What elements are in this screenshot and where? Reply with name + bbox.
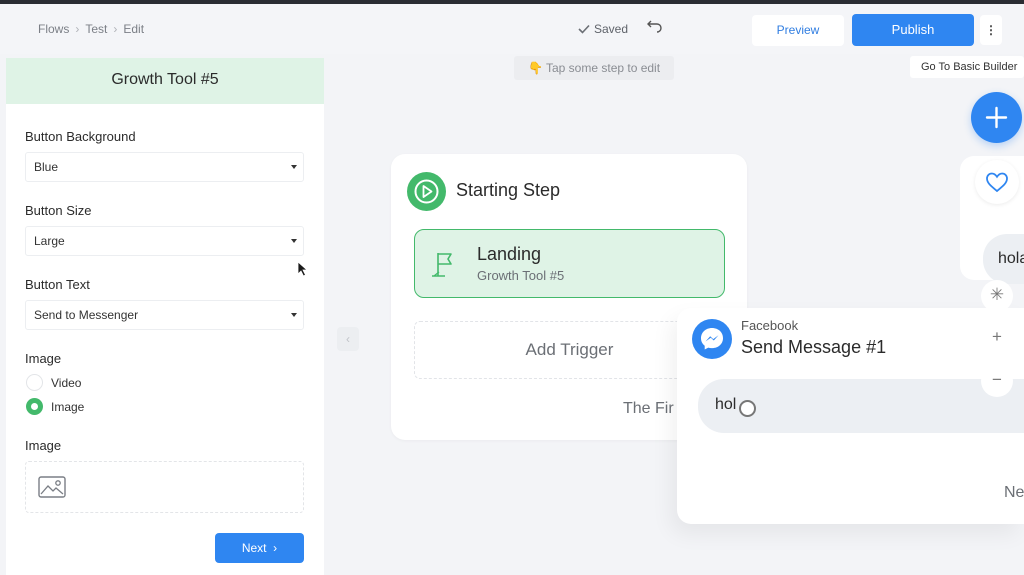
sidebar-title: Growth Tool #5 <box>6 58 324 104</box>
zoom-in-button[interactable]: + <box>981 322 1013 354</box>
trigger-subtitle: Growth Tool #5 <box>477 268 565 283</box>
heart-icon <box>986 172 1008 193</box>
go-to-basic-builder-button[interactable]: Go To Basic Builder <box>910 56 1024 78</box>
add-step-button[interactable] <box>971 92 1022 143</box>
plus-icon: + <box>992 327 1002 346</box>
image-upload-dropzone[interactable] <box>25 461 304 513</box>
chevron-right-icon: › <box>269 541 278 555</box>
radio-button-selected[interactable] <box>26 398 43 415</box>
caret-down-icon <box>291 313 297 317</box>
radio-video-label: Video <box>51 375 82 390</box>
sparkle-icon: ✳ <box>989 285 1005 304</box>
publish-button[interactable]: Publish <box>852 14 974 46</box>
favorite-button[interactable] <box>975 160 1019 204</box>
button-text-label: Button Text <box>25 277 90 292</box>
preview-button[interactable]: Preview <box>752 15 844 46</box>
save-status: Saved <box>578 22 628 36</box>
undo-icon <box>647 20 662 33</box>
chevron-left-icon: ‹ <box>346 332 350 346</box>
collapse-sidebar-button[interactable]: ‹ <box>337 327 359 351</box>
zoom-out-button[interactable]: − <box>981 365 1013 397</box>
breadcrumb-flows[interactable]: Flows <box>38 22 69 36</box>
button-size-select[interactable]: Large <box>25 226 304 256</box>
undo-button[interactable] <box>646 18 664 36</box>
button-background-label: Button Background <box>25 129 136 144</box>
canvas-tools: ✳ + − <box>961 268 1024 404</box>
side-message-text: hola <box>998 250 1024 267</box>
button-background-value: Blue <box>34 160 59 174</box>
message-platform: Facebook <box>741 318 799 333</box>
messenger-icon <box>692 319 732 359</box>
message-text: hol <box>715 396 737 413</box>
top-bar: Flows › Test › Edit Saved Preview Publis… <box>0 4 1024 54</box>
mouse-cursor-icon <box>297 261 309 277</box>
magic-tool-button[interactable]: ✳ <box>981 280 1013 312</box>
plus-icon <box>985 106 1008 129</box>
button-size-label: Button Size <box>25 203 92 218</box>
radio-button[interactable] <box>26 374 43 391</box>
radio-image[interactable]: Image <box>26 398 84 415</box>
caret-down-icon <box>291 165 297 169</box>
media-type-label: Image <box>25 351 62 366</box>
image-icon <box>38 476 66 498</box>
flag-icon <box>432 253 452 277</box>
button-text-value: Send to Messenger <box>34 308 139 322</box>
landing-trigger[interactable]: Landing Growth Tool #5 <box>414 229 725 298</box>
canvas-hint: 👇 Tap some step to edit <box>514 56 674 80</box>
check-icon <box>578 24 590 34</box>
radio-video[interactable]: Video <box>26 374 81 391</box>
breadcrumb-edit: Edit <box>123 22 145 36</box>
play-icon <box>407 172 446 211</box>
chevron-right-icon: › <box>113 22 118 36</box>
button-background-select[interactable]: Blue <box>25 152 304 182</box>
breadcrumb: Flows › Test › Edit <box>38 22 144 36</box>
button-size-value: Large <box>34 234 65 248</box>
next-button[interactable]: Next › <box>215 533 304 563</box>
caret-down-icon <box>291 239 297 243</box>
saved-label: Saved <box>594 22 629 36</box>
button-text-select[interactable]: Send to Messenger <box>25 300 304 330</box>
message-step-title: Send Message #1 <box>741 337 887 357</box>
settings-sidebar: Growth Tool #5 Button Background Blue Bu… <box>6 58 324 575</box>
image-upload-label: Image <box>25 438 62 453</box>
next-label: Next <box>241 541 267 555</box>
starting-step-title: Starting Step <box>456 180 561 200</box>
breadcrumb-test[interactable]: Test <box>85 22 107 36</box>
next-step-text: The Fir <box>623 400 674 417</box>
chevron-right-icon: › <box>75 22 80 36</box>
more-options-button[interactable]: ⋮ <box>980 15 1002 45</box>
radio-image-label: Image <box>51 399 85 414</box>
minus-icon: − <box>992 370 1002 389</box>
text-cursor-icon <box>739 400 756 417</box>
message-next-text: Ne <box>1004 484 1024 501</box>
trigger-title: Landing <box>477 244 542 264</box>
